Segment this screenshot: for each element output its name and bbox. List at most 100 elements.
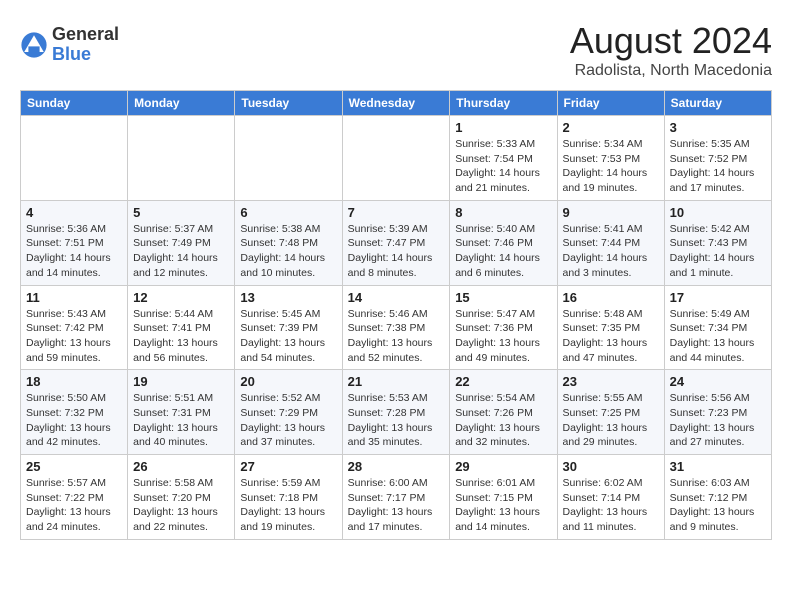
- day-number: 5: [133, 205, 229, 220]
- month-year-title: August 2024: [570, 20, 772, 62]
- cell-week2-day0: 4 Sunrise: 5:36 AMSunset: 7:51 PMDaylight…: [21, 200, 128, 285]
- day-number: 18: [26, 374, 122, 389]
- week-row-2: 4 Sunrise: 5:36 AMSunset: 7:51 PMDaylight…: [21, 200, 772, 285]
- day-detail: Sunrise: 5:58 AMSunset: 7:20 PMDaylight:…: [133, 476, 229, 535]
- day-detail: Sunrise: 5:59 AMSunset: 7:18 PMDaylight:…: [240, 476, 336, 535]
- day-detail: Sunrise: 5:57 AMSunset: 7:22 PMDaylight:…: [26, 476, 122, 535]
- header-thursday: Thursday: [450, 91, 557, 116]
- day-number: 29: [455, 459, 551, 474]
- day-detail: Sunrise: 6:03 AMSunset: 7:12 PMDaylight:…: [670, 476, 766, 535]
- day-detail: Sunrise: 6:02 AMSunset: 7:14 PMDaylight:…: [563, 476, 659, 535]
- header-sunday: Sunday: [21, 91, 128, 116]
- week-row-1: 1Sunrise: 5:33 AMSunset: 7:54 PMDaylight…: [21, 116, 772, 201]
- day-number: 4: [26, 205, 122, 220]
- day-detail: Sunrise: 5:37 AMSunset: 7:49 PMDaylight:…: [133, 222, 229, 281]
- day-number: 13: [240, 290, 336, 305]
- day-detail: Sunrise: 5:54 AMSunset: 7:26 PMDaylight:…: [455, 391, 551, 450]
- cell-week4-day3: 21 Sunrise: 5:53 AMSunset: 7:28 PMDayligh…: [342, 370, 450, 455]
- day-number: 14: [348, 290, 445, 305]
- cell-week5-day3: 28 Sunrise: 6:00 AMSunset: 7:17 PMDayligh…: [342, 455, 450, 540]
- cell-week2-day6: 10 Sunrise: 5:42 AMSunset: 7:43 PMDayligh…: [664, 200, 771, 285]
- location-subtitle: Radolista, North Macedonia: [570, 62, 772, 80]
- day-number: 31: [670, 459, 766, 474]
- day-number: 20: [240, 374, 336, 389]
- day-detail: Sunrise: 5:53 AMSunset: 7:28 PMDaylight:…: [348, 391, 445, 450]
- day-detail: Sunrise: 5:36 AMSunset: 7:51 PMDaylight:…: [26, 222, 122, 281]
- cell-week3-day1: 12Sunrise: 5:44 AMSunset: 7:41 PMDayligh…: [128, 285, 235, 370]
- header-monday: Monday: [128, 91, 235, 116]
- cell-week1-day3: [342, 116, 450, 201]
- day-detail: Sunrise: 5:46 AMSunset: 7:38 PMDaylight:…: [348, 307, 445, 366]
- day-number: 27: [240, 459, 336, 474]
- day-number: 9: [563, 205, 659, 220]
- cell-week3-day6: 17 Sunrise: 5:49 AMSunset: 7:34 PMDayligh…: [664, 285, 771, 370]
- cell-week5-day6: 31 Sunrise: 6:03 AMSunset: 7:12 PMDayligh…: [664, 455, 771, 540]
- cell-week4-day5: 23 Sunrise: 5:55 AMSunset: 7:25 PMDayligh…: [557, 370, 664, 455]
- cell-week2-day2: 6Sunrise: 5:38 AMSunset: 7:48 PMDaylight…: [235, 200, 342, 285]
- day-number: 17: [670, 290, 766, 305]
- day-number: 12: [133, 290, 229, 305]
- day-number: 23: [563, 374, 659, 389]
- header-wednesday: Wednesday: [342, 91, 450, 116]
- day-detail: Sunrise: 6:00 AMSunset: 7:17 PMDaylight:…: [348, 476, 445, 535]
- day-detail: Sunrise: 5:56 AMSunset: 7:23 PMDaylight:…: [670, 391, 766, 450]
- day-number: 11: [26, 290, 122, 305]
- header-saturday: Saturday: [664, 91, 771, 116]
- header-row: Sunday Monday Tuesday Wednesday Thursday…: [21, 91, 772, 116]
- cell-week2-day3: 7 Sunrise: 5:39 AMSunset: 7:47 PMDaylight…: [342, 200, 450, 285]
- calendar-table: Sunday Monday Tuesday Wednesday Thursday…: [20, 90, 772, 540]
- day-number: 21: [348, 374, 445, 389]
- cell-week1-day5: 2 Sunrise: 5:34 AMSunset: 7:53 PMDaylight…: [557, 116, 664, 201]
- day-number: 30: [563, 459, 659, 474]
- day-detail: Sunrise: 5:40 AMSunset: 7:46 PMDaylight:…: [455, 222, 551, 281]
- logo: General Blue: [20, 25, 119, 65]
- title-block: August 2024 Radolista, North Macedonia: [570, 20, 772, 80]
- cell-week4-day2: 20 Sunrise: 5:52 AMSunset: 7:29 PMDayligh…: [235, 370, 342, 455]
- week-row-5: 25 Sunrise: 5:57 AMSunset: 7:22 PMDayligh…: [21, 455, 772, 540]
- cell-week5-day2: 27 Sunrise: 5:59 AMSunset: 7:18 PMDayligh…: [235, 455, 342, 540]
- cell-week3-day0: 11 Sunrise: 5:43 AMSunset: 7:42 PMDayligh…: [21, 285, 128, 370]
- day-number: 28: [348, 459, 445, 474]
- day-number: 25: [26, 459, 122, 474]
- cell-week1-day4: 1Sunrise: 5:33 AMSunset: 7:54 PMDaylight…: [450, 116, 557, 201]
- header-friday: Friday: [557, 91, 664, 116]
- day-detail: Sunrise: 5:52 AMSunset: 7:29 PMDaylight:…: [240, 391, 336, 450]
- day-detail: Sunrise: 5:51 AMSunset: 7:31 PMDaylight:…: [133, 391, 229, 450]
- cell-week4-day1: 19 Sunrise: 5:51 AMSunset: 7:31 PMDayligh…: [128, 370, 235, 455]
- cell-week3-day4: 15Sunrise: 5:47 AMSunset: 7:36 PMDayligh…: [450, 285, 557, 370]
- cell-week5-day0: 25 Sunrise: 5:57 AMSunset: 7:22 PMDayligh…: [21, 455, 128, 540]
- day-detail: Sunrise: 5:48 AMSunset: 7:35 PMDaylight:…: [563, 307, 659, 366]
- day-detail: Sunrise: 5:33 AMSunset: 7:54 PMDaylight:…: [455, 137, 551, 196]
- day-number: 2: [563, 120, 659, 135]
- day-detail: Sunrise: 6:01 AMSunset: 7:15 PMDaylight:…: [455, 476, 551, 535]
- cell-week2-day4: 8Sunrise: 5:40 AMSunset: 7:46 PMDaylight…: [450, 200, 557, 285]
- day-detail: Sunrise: 5:49 AMSunset: 7:34 PMDaylight:…: [670, 307, 766, 366]
- day-number: 16: [563, 290, 659, 305]
- day-number: 19: [133, 374, 229, 389]
- day-detail: Sunrise: 5:34 AMSunset: 7:53 PMDaylight:…: [563, 137, 659, 196]
- cell-week2-day1: 5 Sunrise: 5:37 AMSunset: 7:49 PMDaylight…: [128, 200, 235, 285]
- day-detail: Sunrise: 5:39 AMSunset: 7:47 PMDaylight:…: [348, 222, 445, 281]
- calendar-body: 1Sunrise: 5:33 AMSunset: 7:54 PMDaylight…: [21, 116, 772, 540]
- logo-icon: [20, 31, 48, 59]
- day-detail: Sunrise: 5:43 AMSunset: 7:42 PMDaylight:…: [26, 307, 122, 366]
- day-number: 6: [240, 205, 336, 220]
- cell-week4-day4: 22Sunrise: 5:54 AMSunset: 7:26 PMDayligh…: [450, 370, 557, 455]
- day-detail: Sunrise: 5:55 AMSunset: 7:25 PMDaylight:…: [563, 391, 659, 450]
- day-detail: Sunrise: 5:35 AMSunset: 7:52 PMDaylight:…: [670, 137, 766, 196]
- cell-week4-day0: 18Sunrise: 5:50 AMSunset: 7:32 PMDayligh…: [21, 370, 128, 455]
- day-detail: Sunrise: 5:42 AMSunset: 7:43 PMDaylight:…: [670, 222, 766, 281]
- day-number: 10: [670, 205, 766, 220]
- day-detail: Sunrise: 5:45 AMSunset: 7:39 PMDaylight:…: [240, 307, 336, 366]
- day-number: 7: [348, 205, 445, 220]
- cell-week1-day1: [128, 116, 235, 201]
- cell-week1-day6: 3Sunrise: 5:35 AMSunset: 7:52 PMDaylight…: [664, 116, 771, 201]
- day-number: 26: [133, 459, 229, 474]
- page-header: General Blue August 2024 Radolista, Nort…: [20, 20, 772, 80]
- day-detail: Sunrise: 5:47 AMSunset: 7:36 PMDaylight:…: [455, 307, 551, 366]
- cell-week2-day5: 9 Sunrise: 5:41 AMSunset: 7:44 PMDaylight…: [557, 200, 664, 285]
- cell-week5-day4: 29 Sunrise: 6:01 AMSunset: 7:15 PMDayligh…: [450, 455, 557, 540]
- cell-week1-day0: [21, 116, 128, 201]
- day-detail: Sunrise: 5:41 AMSunset: 7:44 PMDaylight:…: [563, 222, 659, 281]
- header-tuesday: Tuesday: [235, 91, 342, 116]
